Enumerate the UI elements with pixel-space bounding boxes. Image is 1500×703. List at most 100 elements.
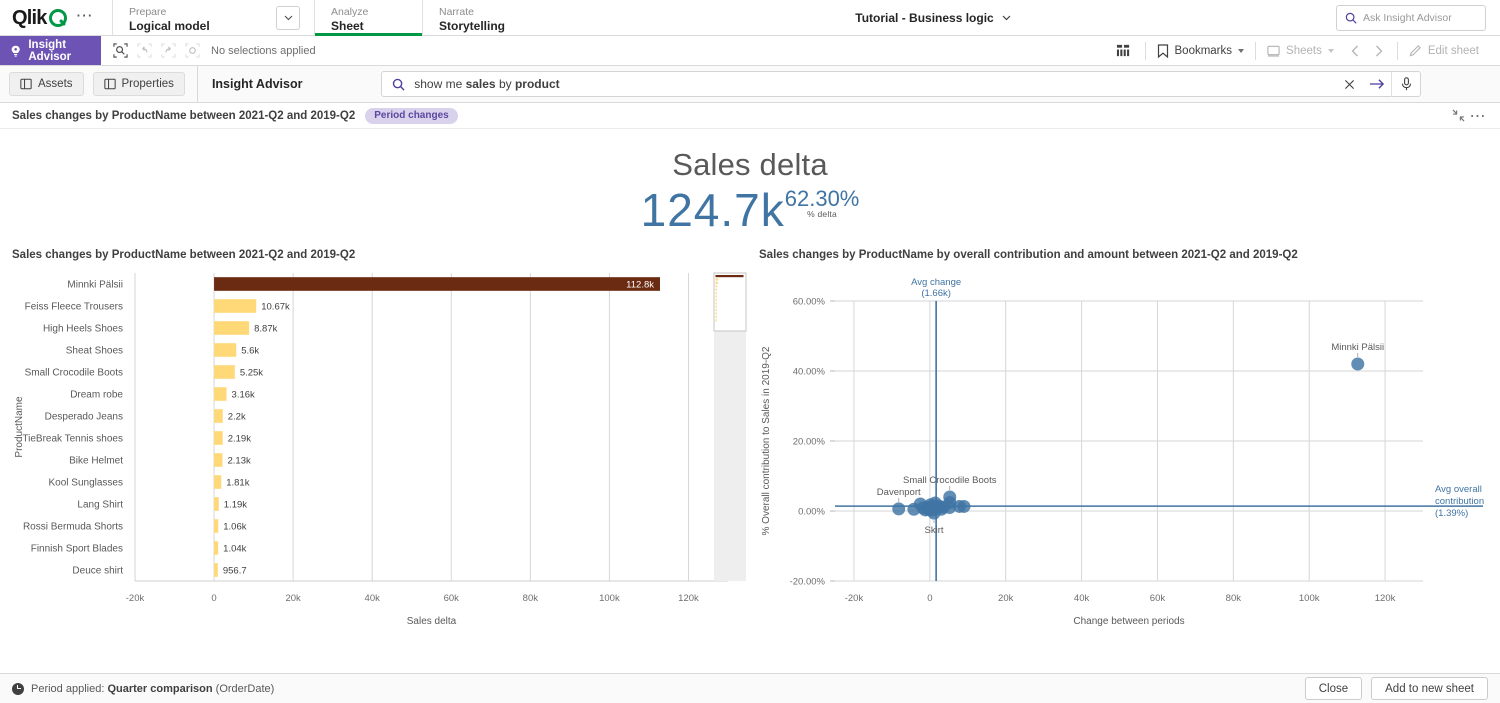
overflow-menu-icon[interactable]: ⋯ xyxy=(76,7,94,29)
nav-prepare[interactable]: Prepare Logical model xyxy=(112,0,262,35)
bar-category-label[interactable]: Feiss Fleece Trousers xyxy=(25,302,123,313)
selections-tool-icon[interactable] xyxy=(109,40,131,62)
pencil-icon xyxy=(1409,44,1422,57)
bookmarks-label: Bookmarks xyxy=(1175,45,1233,57)
scatter-point[interactable] xyxy=(892,502,905,515)
scatter-y-tick-label: -20.00% xyxy=(790,577,826,588)
bar-rect[interactable] xyxy=(214,343,236,357)
scatter-point[interactable] xyxy=(1351,358,1364,371)
bar-plot-bg xyxy=(135,273,728,581)
scatter-x-tick-label: 60k xyxy=(1150,593,1166,604)
bar-minimap-bar xyxy=(716,306,717,308)
sheet-grid-button[interactable] xyxy=(1113,40,1135,62)
next-sheet-button[interactable] xyxy=(1367,40,1389,62)
nav-narrate[interactable]: Narrate Storytelling xyxy=(422,0,530,35)
bar-value-label: 1.06k xyxy=(223,522,246,533)
scatter-point[interactable] xyxy=(957,500,970,513)
app-menu-chevron-down-icon[interactable] xyxy=(1002,15,1011,21)
bar-minimap-bar xyxy=(716,316,717,318)
bar-value-label: 5.25k xyxy=(240,368,263,379)
assets-label: Assets xyxy=(38,78,73,90)
kpi-main-value: 124.7k xyxy=(641,185,785,235)
bar-category-label[interactable]: TieBreak Tennis shoes xyxy=(22,434,123,445)
bar-rect[interactable] xyxy=(214,365,235,379)
search-wrap: show me sales by product xyxy=(302,71,1500,97)
scatter-point[interactable] xyxy=(943,496,956,509)
insight-chart-header: Sales changes by ProductName between 202… xyxy=(0,103,1500,129)
bar-category-label[interactable]: Minnki Pälsii xyxy=(67,280,123,291)
bar-category-label[interactable]: Sheat Shoes xyxy=(66,346,123,357)
bar-category-label[interactable]: Rossi Bermuda Shorts xyxy=(23,522,123,533)
scatter-chart-svg[interactable]: -20k020k40k60k80k100k120k-20.00%0.00%20.… xyxy=(755,261,1500,636)
bar-rect[interactable] xyxy=(214,321,249,335)
footer-bar: Period applied: Quarter comparison (Orde… xyxy=(0,673,1500,703)
close-button[interactable]: Close xyxy=(1305,677,1362,700)
bar-minimap-bar xyxy=(716,299,717,301)
bar-minimap-bar xyxy=(716,302,717,304)
bar-category-label[interactable]: Small Crocodile Boots xyxy=(25,368,123,379)
bar-rect[interactable] xyxy=(214,431,223,445)
insight-advisor-bulb-icon xyxy=(10,44,21,58)
bar-category-label[interactable]: Deuce shirt xyxy=(72,566,123,577)
bar-chart-svg[interactable]: -20k020k40k60k80k100k120k112.8kMinnki Pä… xyxy=(0,261,755,636)
edit-sheet-button[interactable]: Edit sheet xyxy=(1398,36,1490,65)
qlik-wordmark: Qlik xyxy=(12,8,47,28)
bookmarks-button[interactable]: Bookmarks xyxy=(1146,36,1256,65)
bar-rect[interactable] xyxy=(214,409,223,423)
clear-search-button[interactable] xyxy=(1335,72,1363,97)
bar-value-label: 2.2k xyxy=(228,412,246,423)
properties-button[interactable]: Properties xyxy=(93,72,185,96)
bar-rect[interactable] xyxy=(214,541,218,555)
step-forward-button[interactable] xyxy=(157,40,179,62)
bar-x-tick-label: 120k xyxy=(678,593,699,604)
bar-category-label[interactable]: Lang Shirt xyxy=(77,500,123,511)
nav-analyze[interactable]: Analyze Sheet xyxy=(314,0,422,35)
bar-rect[interactable] xyxy=(214,497,219,511)
avg-contribution-ref-label: (1.39%) xyxy=(1435,508,1468,519)
bar-minimap-bar xyxy=(716,285,717,287)
expand-collapse-button[interactable] xyxy=(1448,106,1468,126)
sheets-button[interactable]: Sheets xyxy=(1256,36,1345,65)
bar-minimap-bar xyxy=(716,319,717,321)
qlik-logo[interactable]: Qlik xyxy=(12,8,67,28)
bar-category-label[interactable]: Desperado Jeans xyxy=(45,412,123,423)
search-icon xyxy=(1345,12,1357,24)
clock-icon xyxy=(12,683,24,695)
ask-insight-advisor-input[interactable]: Ask Insight Advisor xyxy=(1336,5,1486,31)
bar-rect[interactable] xyxy=(214,299,256,313)
scatter-y-tick-label: 0.00% xyxy=(798,507,825,518)
bar-rect[interactable] xyxy=(214,453,222,467)
insight-advisor-search-box[interactable]: show me sales by product xyxy=(381,71,1421,97)
bar-rect[interactable] xyxy=(214,519,218,533)
bar-rect[interactable] xyxy=(214,563,218,577)
search-mid: by xyxy=(496,77,515,91)
bar-chart-title: Sales changes by ProductName between 202… xyxy=(0,249,755,261)
bar-scroll-thumb[interactable] xyxy=(714,273,746,331)
chart-more-menu-button[interactable]: ⋯ xyxy=(1468,106,1488,126)
insight-advisor-button[interactable]: Insight Advisor xyxy=(0,36,101,65)
bar-category-label[interactable]: Dream robe xyxy=(70,390,123,401)
step-back-button[interactable] xyxy=(133,40,155,62)
bar-category-label[interactable]: Finnish Sport Blades xyxy=(31,544,123,555)
bar-category-label[interactable]: High Heels Shoes xyxy=(43,324,123,335)
voice-search-button[interactable] xyxy=(1392,72,1420,97)
bar-rect[interactable] xyxy=(214,277,660,291)
clear-selections-button[interactable] xyxy=(181,40,203,62)
assets-button[interactable]: Assets xyxy=(9,72,84,96)
toolbar-right-group: Bookmarks Sheets Edit s xyxy=(1113,36,1500,65)
scatter-point-label: Minnki Pälsii xyxy=(1331,342,1384,353)
add-to-new-sheet-button[interactable]: Add to new sheet xyxy=(1371,677,1488,700)
bar-rect[interactable] xyxy=(214,387,226,401)
properties-label: Properties xyxy=(122,78,174,90)
bar-category-label[interactable]: Bike Helmet xyxy=(69,456,123,467)
previous-sheet-button[interactable] xyxy=(1345,40,1367,62)
submit-search-button[interactable] xyxy=(1363,72,1391,97)
logical-model-dropdown-button[interactable] xyxy=(276,6,300,30)
kpi-label: Sales delta xyxy=(0,147,1500,183)
scatter-x-tick-label: 120k xyxy=(1375,593,1396,604)
ask-insight-advisor-placeholder: Ask Insight Advisor xyxy=(1363,12,1452,24)
app-title-area[interactable]: Tutorial - Business logic xyxy=(530,0,1336,35)
bar-rect[interactable] xyxy=(214,475,221,489)
search-input-value[interactable]: show me sales by product xyxy=(405,77,1335,91)
bar-category-label[interactable]: Kool Sunglasses xyxy=(49,478,124,489)
